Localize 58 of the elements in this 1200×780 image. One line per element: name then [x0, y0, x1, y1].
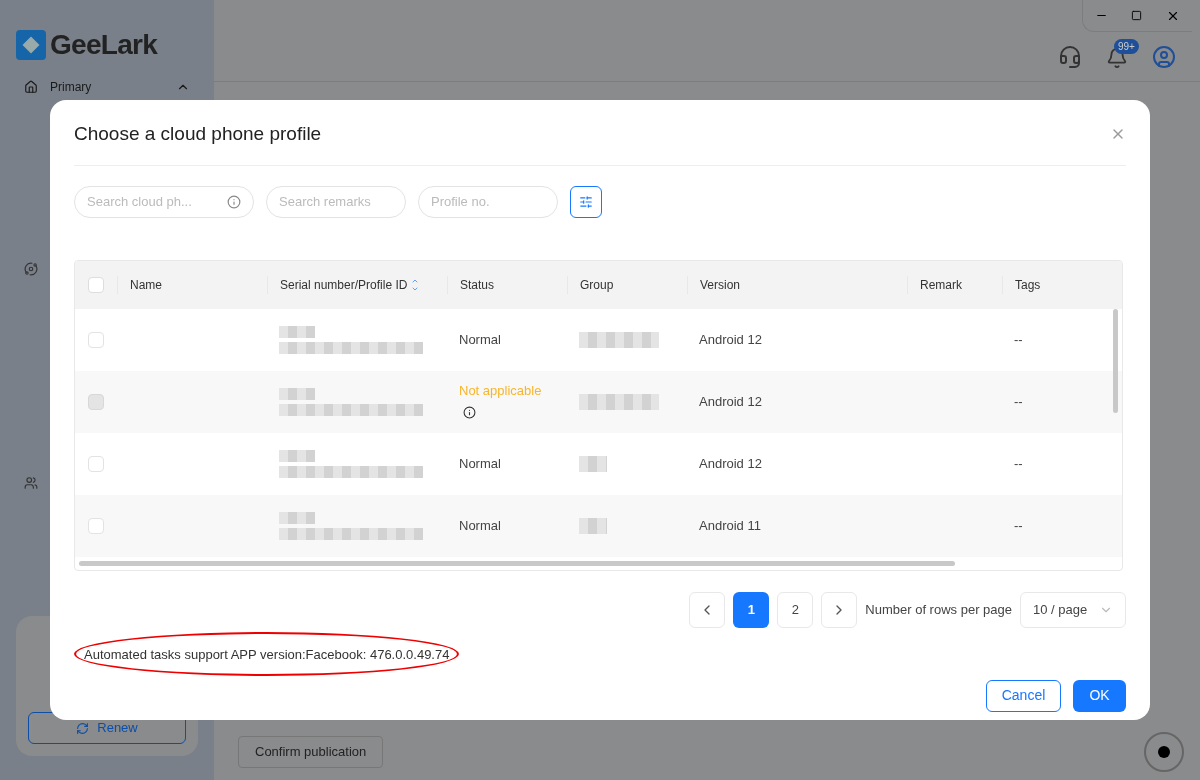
column-header[interactable]: Tags [1015, 275, 1041, 294]
planet-icon [24, 262, 38, 276]
table-cell: -- [1014, 455, 1023, 471]
column-header[interactable]: Name [130, 275, 162, 294]
status-text: Normal [459, 517, 501, 533]
search-input[interactable]: Profile no. [431, 191, 545, 212]
column-header[interactable]: Serial number/Profile ID [280, 275, 408, 294]
home-icon [24, 80, 38, 94]
refresh-icon [76, 721, 90, 735]
table-cell: Android 11 [699, 517, 761, 533]
status-text: Not applicable [459, 382, 542, 398]
blurred-text [579, 517, 607, 534]
notification-badge: 99+ [1114, 39, 1139, 54]
previous-page-button[interactable] [689, 591, 726, 628]
checkbox[interactable] [88, 276, 104, 293]
filter-button[interactable] [570, 185, 602, 218]
maximize-icon[interactable] [1131, 10, 1143, 21]
info-icon [227, 194, 241, 209]
info-icon [463, 405, 476, 419]
table-cell: -- [1014, 331, 1023, 347]
search-input[interactable]: Search remarks [279, 191, 393, 212]
confirm-publication-button[interactable]: Confirm publication [238, 736, 384, 768]
checkbox[interactable] [88, 455, 104, 472]
status-text: Normal [459, 455, 501, 471]
page-button[interactable]: 2 [777, 591, 814, 628]
table-cell: Android 12 [699, 455, 762, 471]
checkbox[interactable] [88, 517, 104, 534]
search-input[interactable]: Search cloud ph... [87, 191, 227, 212]
table-cell: -- [1014, 517, 1023, 533]
sliders-icon [579, 194, 593, 209]
blurred-text [279, 511, 315, 524]
status-text: Normal [459, 331, 501, 347]
user-avatar-icon[interactable] [1152, 45, 1176, 69]
next-page-button[interactable] [821, 591, 858, 628]
blurred-text [579, 455, 607, 472]
table-row[interactable]: Normal Android 11 -- [75, 494, 1122, 557]
dialog-title: Choose a cloud phone profile [74, 122, 322, 146]
column-header[interactable]: Group [580, 275, 614, 294]
blurred-text [279, 387, 315, 400]
supported-version-note: Automated tasks support APP version:Facebook: 476.0.0.49.74 [84, 646, 450, 662]
table-cell: Android 12 [699, 393, 762, 409]
blurred-text [279, 325, 315, 338]
column-header[interactable]: Remark [920, 275, 962, 294]
cancel-button[interactable]: Cancel [986, 679, 1061, 712]
blurred-text [279, 449, 315, 462]
column-header[interactable]: Version [700, 275, 741, 294]
users-icon [24, 476, 38, 490]
table-cell: -- [1014, 393, 1023, 409]
rows-per-page-label: Number of rows per page [865, 600, 1012, 619]
support-agent-icon[interactable] [1058, 45, 1082, 69]
ok-button[interactable]: OK [1073, 679, 1126, 712]
page-size-select[interactable]: 10 / page [1020, 591, 1126, 628]
logo-text: GeeLark [50, 28, 158, 62]
page-button[interactable]: 1 [733, 591, 770, 628]
checkbox[interactable] [88, 331, 104, 348]
column-header[interactable]: Status [460, 275, 495, 294]
sidebar-item[interactable]: Primary [50, 78, 92, 96]
table-cell: Android 12 [699, 331, 762, 347]
